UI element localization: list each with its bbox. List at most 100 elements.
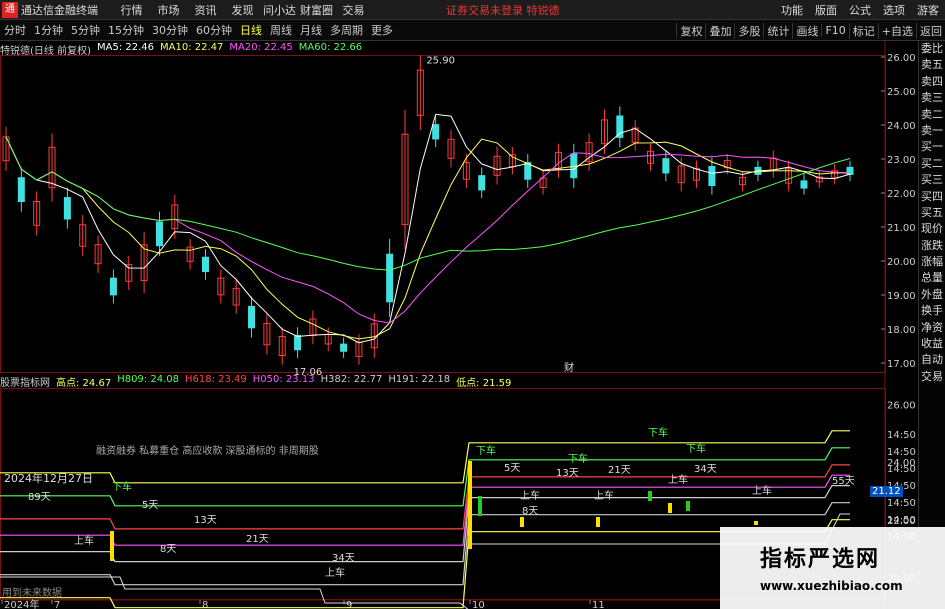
level-label: H050: 23.13 [252, 374, 315, 385]
right-menu-item[interactable]: 公式 [849, 2, 871, 18]
level-label: H809: 24.08 [117, 374, 179, 385]
interval-tab[interactable]: 多周期 [326, 22, 367, 38]
sidebar-item[interactable]: 卖三 [919, 90, 945, 106]
price-tick-label: 20.00 [887, 257, 916, 268]
right-menu-item[interactable]: 版面 [815, 2, 837, 18]
toolbar-button[interactable]: F10 [821, 24, 848, 37]
day-label: 下车 [686, 444, 706, 455]
day-label: 89天 [28, 492, 51, 503]
sidebar-item[interactable]: 买四 [919, 189, 945, 205]
price-tick-label: 22.00 [887, 189, 916, 200]
title-bar: 通 通达信金融终端 行情 市场 资讯 发现 问小达 财富圈 交易 证券交易未登录… [0, 0, 945, 20]
day-label: 上车 [752, 486, 772, 497]
toolbar-button[interactable]: 返回 [916, 22, 945, 39]
ma-line [5, 113, 851, 344]
ma5-label: MA5: 22.46 [96, 42, 154, 53]
login-notice[interactable]: 证券交易未登录 特锐德 [446, 2, 560, 18]
price-tick-label: 24.00 [887, 121, 916, 132]
day-label: 上车 [668, 475, 688, 486]
interval-tab[interactable]: 5分钟 [67, 22, 104, 38]
toolbar-button[interactable]: 叠加 [705, 22, 734, 39]
interval-tab[interactable]: 周线 [266, 22, 296, 38]
menu-item[interactable]: 问小达 [261, 2, 298, 18]
toolbar-button[interactable]: 画线 [792, 22, 821, 39]
menu-item[interactable]: 交易 [335, 2, 372, 18]
level-label: H618: 23.49 [184, 374, 247, 385]
future-data-note: 用到未来数据 [2, 588, 62, 599]
indicator-name: 股票指标网 [0, 378, 50, 389]
price-tick-label: 19.00 [887, 291, 916, 302]
right-menu-item[interactable]: 功能 [781, 2, 803, 18]
right-menu: 功能 版面 公式 选项 游客 [775, 0, 945, 20]
right-menu-item[interactable]: 选项 [883, 2, 905, 18]
day-label: 34天 [694, 464, 717, 475]
interval-tab[interactable]: 15分钟 [104, 22, 148, 38]
sidebar-item[interactable]: 卖五 [919, 57, 945, 73]
sidebar-item[interactable]: 自动 [919, 352, 945, 368]
sidebar-item[interactable]: 换手 [919, 303, 945, 319]
sidebar-item[interactable]: 买三 [919, 172, 945, 188]
x-tick-label: 2024年 [4, 598, 39, 609]
toolbar-button[interactable]: +自选 [877, 22, 916, 39]
sidebar-item[interactable]: 涨跌 [919, 238, 945, 254]
toolbar-button[interactable]: 标记 [848, 22, 878, 39]
toolbar-button[interactable]: 统计 [763, 22, 792, 39]
sidebar-item[interactable]: 卖一 [919, 123, 945, 139]
day-label: 34天 [332, 553, 355, 564]
signal-bar [754, 521, 758, 525]
stock-info-text: 融资融券 私募重仓 高应收款 深股通标的 非周期股 [96, 446, 319, 457]
sidebar-item[interactable]: 买二 [919, 156, 945, 172]
candle-body [340, 343, 348, 352]
candle-body [17, 177, 25, 202]
signal-bar [596, 517, 600, 527]
stock-label: 特锐德(日线 前复权) [0, 46, 91, 57]
right-menu-item[interactable]: 游客 [917, 2, 939, 18]
signal-bar [668, 503, 672, 513]
watermark-title: 指标严选网 [760, 547, 881, 572]
sidebar-item[interactable]: 买一 [919, 139, 945, 155]
day-label: 21天 [608, 465, 631, 476]
menu-item[interactable]: 财富圈 [298, 2, 335, 18]
interval-tab[interactable]: 月线 [296, 22, 326, 38]
sidebar-item[interactable]: 净资 [919, 320, 945, 336]
ind-time-label: 14:50 [887, 430, 916, 441]
sidebar-item[interactable]: 委比 [919, 41, 945, 57]
sidebar-item[interactable]: 现价 [919, 221, 945, 237]
app-name: 通达信金融终端 [21, 3, 98, 17]
day-label: 下车 [112, 482, 132, 493]
candle-body [662, 158, 670, 174]
menu-item[interactable]: 市场 [150, 2, 187, 18]
menu-item[interactable]: 资讯 [187, 2, 224, 18]
interval-tab[interactable]: 60分钟 [192, 22, 236, 38]
day-label: 下车 [476, 446, 496, 457]
menu-item[interactable]: 行情 [113, 2, 150, 18]
sidebar-item[interactable]: 收益 [919, 336, 945, 352]
level-line [0, 464, 850, 530]
sidebar-item[interactable]: 外盘 [919, 287, 945, 303]
toolbar-button[interactable]: 复权 [676, 22, 705, 39]
sidebar-item[interactable]: 涨幅 [919, 254, 945, 270]
interval-tab[interactable]: 1分钟 [30, 22, 67, 38]
price-chart[interactable]: 26.00 25.00 24.00 23.00 22.00 21.00 20.00 19.00… [0, 41, 918, 609]
interval-tab[interactable]: 分时 [0, 22, 30, 38]
menu-item[interactable]: 发现 [224, 2, 261, 18]
price-pane-frame [0, 55, 886, 373]
level-label: H382: 22.77 [320, 374, 383, 385]
candle-body [294, 334, 302, 351]
sidebar-item[interactable]: 买五 [919, 205, 945, 221]
sidebar-item[interactable]: 卖四 [919, 74, 945, 90]
sidebar-item[interactable]: 总量 [919, 270, 945, 286]
toolbar-button[interactable]: 多股 [734, 22, 763, 39]
price-tick-label: 17.00 [887, 359, 916, 370]
ma10-label: MA10: 22.47 [160, 42, 224, 53]
toolbar-right: 复权 叠加 多股 统计 画线 F10 标记 +自选 返回 [676, 20, 945, 41]
interval-tab-active[interactable]: 日线 [236, 22, 266, 38]
day-label: 上车 [594, 491, 614, 502]
interval-tab[interactable]: 30分钟 [148, 22, 192, 38]
site-watermark: 指标严选网 www.xuezhibiao.com [720, 527, 945, 609]
sidebar-item[interactable]: 交易 [919, 369, 945, 385]
sidebar-item[interactable]: 卖二 [919, 107, 945, 123]
day-label: 13天 [556, 468, 579, 479]
day-label: 上车 [520, 491, 540, 502]
interval-tab[interactable]: 更多 [367, 22, 397, 38]
